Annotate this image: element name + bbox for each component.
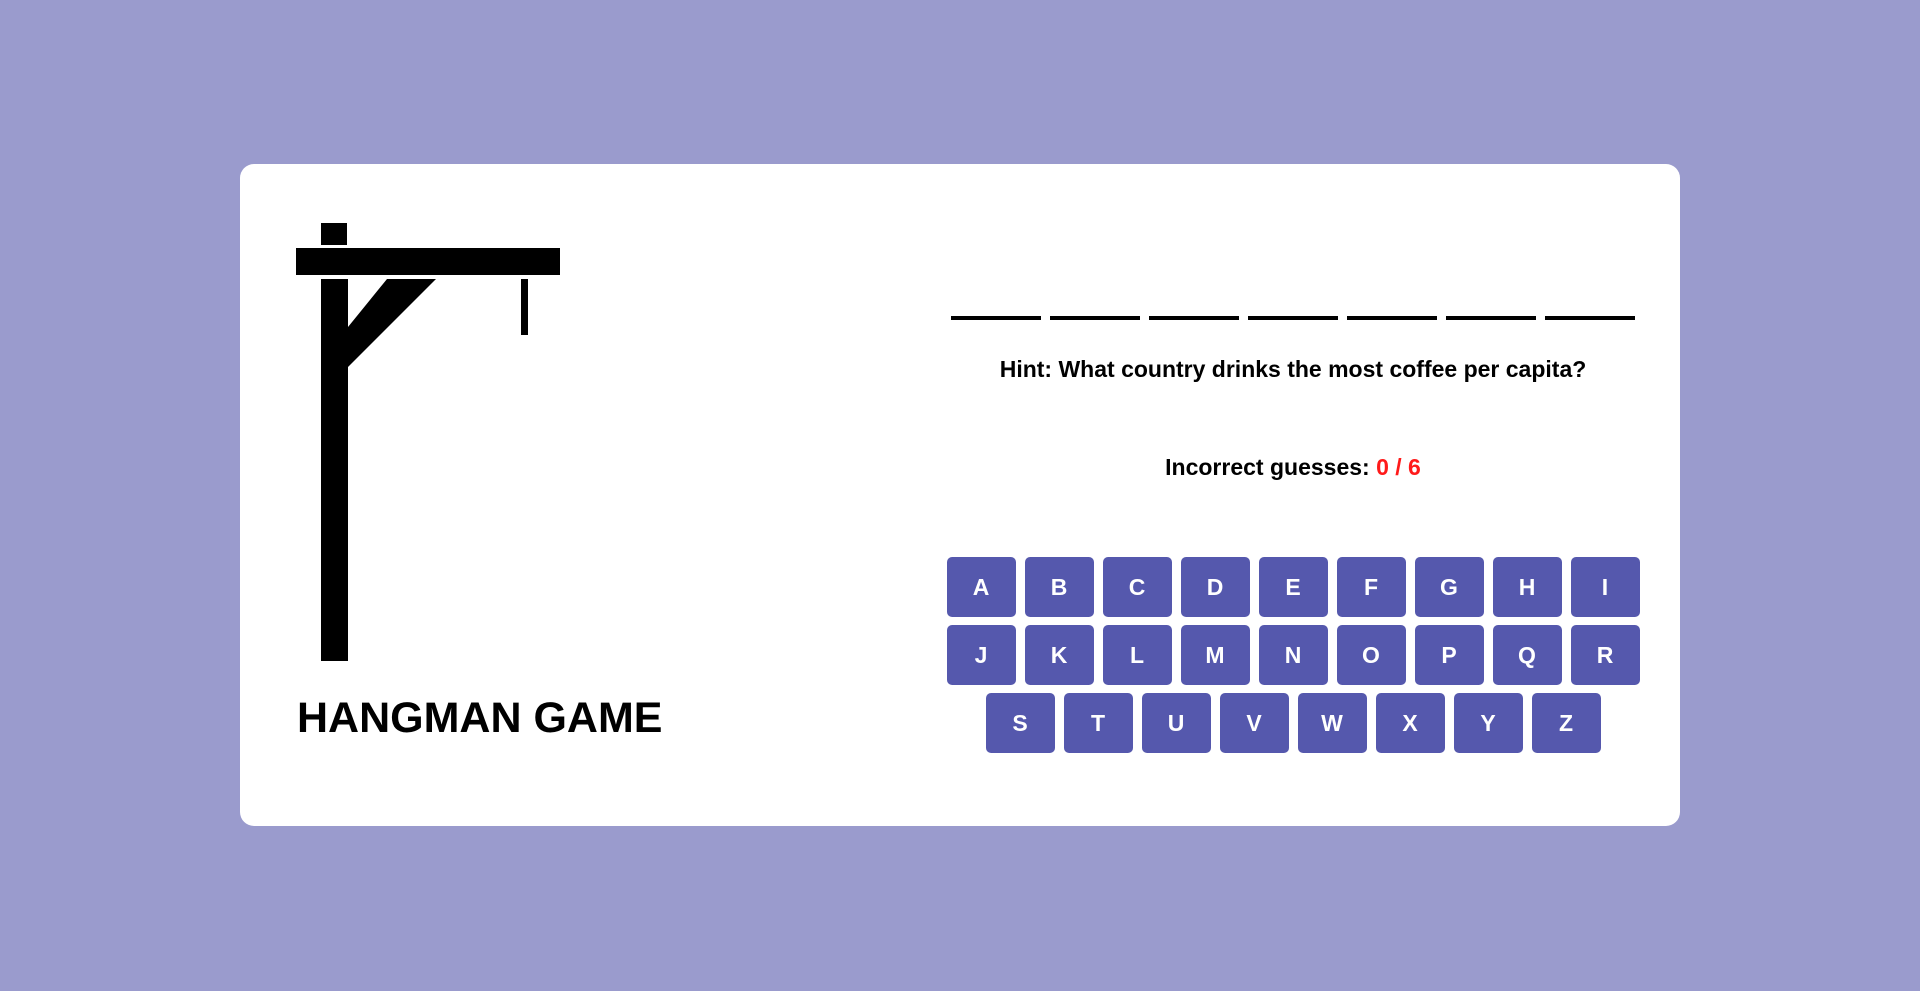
key-r[interactable]: R bbox=[1570, 625, 1640, 685]
key-e[interactable]: E bbox=[1258, 557, 1328, 617]
key-p[interactable]: P bbox=[1414, 625, 1484, 685]
incorrect-guesses: Incorrect guesses: 0 / 6 bbox=[926, 454, 1660, 481]
incorrect-count-value: 0 bbox=[1376, 454, 1389, 480]
gallows-post bbox=[321, 279, 348, 661]
key-b[interactable]: B bbox=[1024, 557, 1094, 617]
letter-slot bbox=[1347, 282, 1437, 320]
max-guesses-value: 6 bbox=[1408, 454, 1421, 480]
letter-slot bbox=[1446, 282, 1536, 320]
key-w[interactable]: W bbox=[1297, 693, 1367, 753]
key-c[interactable]: C bbox=[1102, 557, 1172, 617]
game-card: HANGMAN GAME Hint: What country drinks t… bbox=[240, 164, 1680, 826]
key-a[interactable]: A bbox=[946, 557, 1016, 617]
letter-slot bbox=[1545, 282, 1635, 320]
keyboard-row: A B C D E F G H I bbox=[926, 557, 1660, 617]
letter-slot bbox=[951, 282, 1041, 320]
key-s[interactable]: S bbox=[985, 693, 1055, 753]
letter-slot bbox=[1050, 282, 1140, 320]
gallows-rope bbox=[521, 279, 528, 335]
hint-text: Hint: What country drinks the most coffe… bbox=[926, 356, 1660, 383]
letter-keyboard: A B C D E F G H I J K L M N O P Q R S T … bbox=[926, 557, 1660, 761]
count-separator: / bbox=[1395, 454, 1402, 480]
key-y[interactable]: Y bbox=[1453, 693, 1523, 753]
key-f[interactable]: F bbox=[1336, 557, 1406, 617]
key-m[interactable]: M bbox=[1180, 625, 1250, 685]
keyboard-row: J K L M N O P Q R bbox=[926, 625, 1660, 685]
key-n[interactable]: N bbox=[1258, 625, 1328, 685]
hint-question: What country drinks the most coffee per … bbox=[1058, 356, 1587, 382]
incorrect-guesses-count: 0 / 6 bbox=[1376, 454, 1421, 480]
gallows-beam bbox=[296, 248, 560, 275]
keyboard-row: S T U V W X Y Z bbox=[926, 693, 1660, 753]
key-z[interactable]: Z bbox=[1531, 693, 1601, 753]
gallows-brace bbox=[348, 279, 436, 367]
key-g[interactable]: G bbox=[1414, 557, 1484, 617]
gallows-top-cap bbox=[321, 223, 347, 245]
key-q[interactable]: Q bbox=[1492, 625, 1562, 685]
key-j[interactable]: J bbox=[946, 625, 1016, 685]
key-k[interactable]: K bbox=[1024, 625, 1094, 685]
key-d[interactable]: D bbox=[1180, 557, 1250, 617]
word-display bbox=[926, 282, 1660, 320]
key-l[interactable]: L bbox=[1102, 625, 1172, 685]
key-i[interactable]: I bbox=[1570, 557, 1640, 617]
key-t[interactable]: T bbox=[1063, 693, 1133, 753]
key-u[interactable]: U bbox=[1141, 693, 1211, 753]
key-x[interactable]: X bbox=[1375, 693, 1445, 753]
key-o[interactable]: O bbox=[1336, 625, 1406, 685]
letter-slot bbox=[1149, 282, 1239, 320]
incorrect-guesses-label: Incorrect guesses: bbox=[1165, 454, 1370, 480]
game-title: HANGMAN GAME bbox=[297, 694, 663, 742]
game-panel: Hint: What country drinks the most coffe… bbox=[926, 164, 1660, 826]
hint-label: Hint: bbox=[999, 356, 1053, 382]
letter-slot bbox=[1248, 282, 1338, 320]
key-v[interactable]: V bbox=[1219, 693, 1289, 753]
gallows-icon bbox=[296, 223, 560, 661]
key-h[interactable]: H bbox=[1492, 557, 1562, 617]
